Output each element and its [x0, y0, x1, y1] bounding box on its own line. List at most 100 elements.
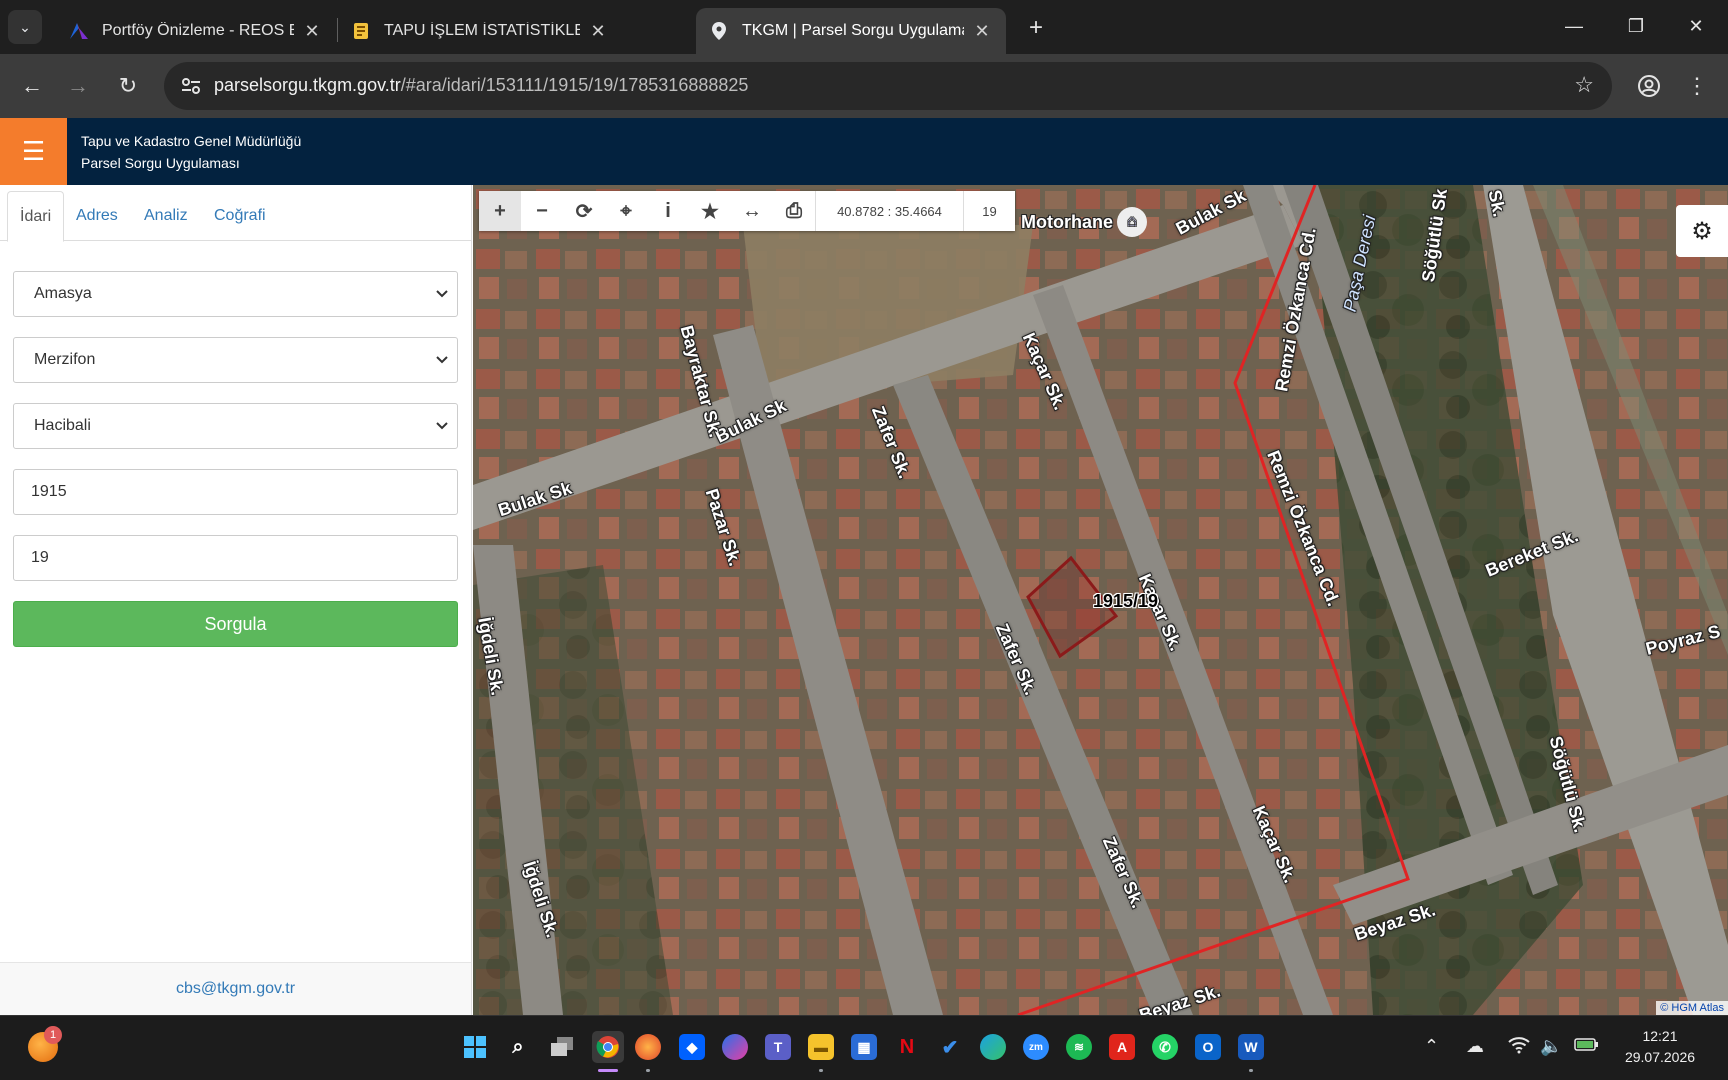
browser-menu-icon[interactable]: ⋮ [1680, 69, 1714, 103]
chevron-down-icon [436, 422, 448, 430]
measure-icon[interactable]: ↔ [731, 191, 773, 231]
chevron-down-icon [436, 356, 448, 364]
tab-title: TKGM | Parsel Sorgu Uygulamas [742, 22, 964, 39]
chrome-icon[interactable] [592, 1031, 624, 1063]
url-text: parselsorgu.tkgm.gov.tr/#ara/idari/15311… [214, 75, 749, 95]
new-tab-icon[interactable]: + [1020, 12, 1052, 44]
windows-start-icon[interactable] [462, 1034, 488, 1060]
zoom-level: 19 [963, 191, 1015, 231]
notification-badge: 1 [44, 1026, 62, 1044]
parcel-label: 1915/19 [1093, 591, 1159, 611]
task-view-icon[interactable] [549, 1034, 575, 1060]
query-button[interactable]: Sorgula [13, 601, 458, 647]
back-icon[interactable]: ← [14, 68, 50, 104]
app-header: ☰ Tapu ve Kadastro Genel Müdürlüğü Parse… [0, 118, 1728, 185]
coordinate-readout: 40.8782 : 35.4664 [815, 191, 963, 231]
browser-tab-tapu[interactable]: TAPU İŞLEM İSTATİSTİKLERİ | Tap ✕ [338, 8, 622, 54]
zoom-out-icon[interactable]: − [521, 191, 563, 231]
reos-favicon-icon [70, 22, 88, 40]
close-tab-icon[interactable]: ✕ [588, 21, 608, 42]
edge-icon[interactable] [980, 1034, 1006, 1060]
address-bar[interactable]: parselsorgu.tkgm.gov.tr/#ara/idari/15311… [164, 62, 1612, 110]
map-attribution[interactable]: © HGM Atlas [1656, 1001, 1728, 1015]
page-content: ☰ Tapu ve Kadastro Genel Müdürlüğü Parse… [0, 118, 1728, 1015]
app-title: Tapu ve Kadastro Genel Müdürlüğü Parsel … [81, 130, 301, 174]
poi-label: Motorhane [1021, 211, 1113, 232]
acrobat-icon[interactable]: A [1109, 1034, 1135, 1060]
query-sidebar: İdari Adres Analiz Coğrafi Amasya Merzif… [0, 185, 472, 1015]
print-icon[interactable]: ⎙ [773, 191, 815, 231]
clock-date: 29.07.2026 [1624, 1049, 1696, 1065]
chevron-down-icon [436, 290, 448, 298]
onedrive-icon[interactable]: ☁ [1466, 1036, 1484, 1057]
spotify-icon[interactable]: ≋ [1066, 1034, 1092, 1060]
neighborhood-select[interactable]: Hacibali [13, 403, 458, 449]
whatsapp-icon[interactable]: ✆ [1152, 1034, 1178, 1060]
word-icon[interactable]: W [1238, 1034, 1264, 1060]
copilot-icon[interactable] [722, 1034, 748, 1060]
province-value: Amasya [34, 285, 92, 302]
locate-icon[interactable]: ⌖ [605, 191, 647, 231]
close-tab-icon[interactable]: ✕ [302, 21, 322, 42]
restore-icon[interactable]: ❐ [1608, 8, 1664, 44]
tab-idari[interactable]: İdari [7, 191, 65, 242]
volume-icon[interactable]: 🔈 [1540, 1036, 1562, 1057]
tapu-favicon-icon [352, 22, 370, 40]
close-tab-icon[interactable]: ✕ [972, 21, 992, 42]
parcel-number-input[interactable]: 19 [13, 535, 458, 581]
forward-icon[interactable]: → [60, 68, 96, 104]
parcel-number-value: 19 [31, 549, 49, 566]
tab-adres[interactable]: Adres [64, 191, 130, 241]
running-indicator [819, 1069, 823, 1072]
teams-icon[interactable]: T [765, 1034, 791, 1060]
profile-icon[interactable] [1632, 69, 1666, 103]
reload-icon[interactable]: ↻ [110, 68, 146, 104]
clock-time: 12:21 [1642, 1028, 1678, 1044]
bookmark-star-icon[interactable]: ☆ [1574, 72, 1594, 98]
browser-tab-tkgm[interactable]: TKGM | Parsel Sorgu Uygulamas ✕ [696, 8, 1006, 54]
info-icon[interactable]: i [647, 191, 689, 231]
active-app-indicator [598, 1069, 618, 1072]
browser-tab-reos[interactable]: Portföy Önizleme - REOS Emlak ✕ [56, 8, 336, 54]
tab-title: Portföy Önizleme - REOS Emlak [102, 22, 294, 39]
tab-cografi[interactable]: Coğrafi [202, 191, 278, 241]
poi-motorhane[interactable]: Motorhane ⌂ [1021, 207, 1147, 237]
tab-analiz[interactable]: Analiz [132, 191, 200, 241]
tray-overflow-icon[interactable]: ⌃ [1424, 1036, 1439, 1057]
system-clock[interactable]: 12:21 29.07.2026 [1610, 1026, 1710, 1068]
zoom-icon[interactable]: zm [1023, 1034, 1049, 1060]
store-icon[interactable]: ▦ [851, 1034, 877, 1060]
search-icon[interactable]: ⌕ [505, 1034, 531, 1060]
close-window-icon[interactable]: ✕ [1668, 8, 1724, 44]
museum-icon: ⌂ [1117, 207, 1147, 237]
query-tabs: İdari Adres Analiz Coğrafi [0, 185, 471, 242]
settings-gear-icon[interactable]: ⚙ [1676, 205, 1728, 257]
map-toolbar: + − ⟳ ⌖ i ★ ↔ ⎙ 40.8782 : 35.4664 19 [479, 191, 1015, 231]
todo-icon[interactable]: ✔ [937, 1034, 963, 1060]
dropbox-icon[interactable]: ◆ [679, 1034, 705, 1060]
battery-icon[interactable] [1574, 1036, 1600, 1057]
wifi-icon[interactable] [1508, 1036, 1530, 1059]
outlook-icon[interactable]: O [1195, 1034, 1221, 1060]
minimize-icon[interactable]: — [1546, 8, 1602, 44]
site-info-icon[interactable] [178, 74, 204, 98]
contact-email-link[interactable]: cbs@tkgm.gov.tr [0, 962, 471, 1015]
tab-title: TAPU İŞLEM İSTATİSTİKLERİ | Tap [384, 22, 580, 39]
favorite-star-icon[interactable]: ★ [689, 191, 731, 231]
zoom-in-icon[interactable]: + [479, 191, 521, 231]
firefox-icon[interactable] [635, 1034, 661, 1060]
district-value: Merzifon [34, 351, 96, 368]
tab-search-icon[interactable]: ⌄ [8, 10, 42, 44]
district-select[interactable]: Merzifon [13, 337, 458, 383]
block-number-input[interactable]: 1915 [13, 469, 458, 515]
refresh-icon[interactable]: ⟳ [563, 191, 605, 231]
app-name: Parsel Sorgu Uygulaması [81, 155, 240, 171]
netflix-icon[interactable]: N [894, 1034, 920, 1060]
province-select[interactable]: Amasya [13, 271, 458, 317]
running-indicator [646, 1069, 650, 1072]
running-indicator [1249, 1069, 1253, 1072]
windows-taskbar: 1 ⌕ ◆ T ▬ ▦ N ✔ zm ≋ A ✆ O W ⌃ ☁ 🔈 12:21… [0, 1015, 1728, 1080]
hamburger-menu-icon[interactable]: ☰ [0, 118, 67, 185]
file-explorer-icon[interactable]: ▬ [808, 1034, 834, 1060]
satellite-map[interactable]: Bulak Sk Bulak Sk Bulak Sk Bayraktar Sk.… [473, 185, 1728, 1015]
